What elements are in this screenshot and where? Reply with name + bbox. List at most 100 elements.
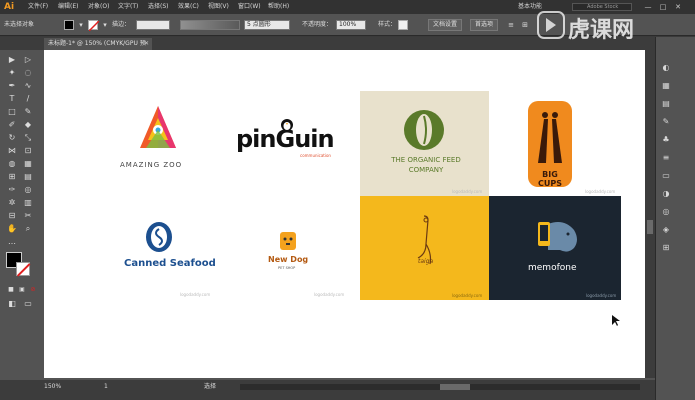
mouse-cursor-icon xyxy=(612,315,620,326)
gradient-tool-icon[interactable]: ▤ xyxy=(22,171,34,182)
pinguin-subtitle: communication xyxy=(300,153,331,158)
chevron-down-icon[interactable]: ▾ xyxy=(76,20,86,30)
horizontal-scroll-thumb[interactable] xyxy=(440,384,470,390)
lasso-icon[interactable]: ◌ xyxy=(22,67,34,78)
vertical-scrollbar[interactable] xyxy=(645,50,655,378)
new-dog-subtitle: PET SHOP xyxy=(278,266,296,270)
organic-text-line1: THE ORGANIC FEED xyxy=(391,156,461,164)
fill-swatch[interactable] xyxy=(64,20,74,30)
selection-tool-icon[interactable]: ▶ xyxy=(6,54,18,65)
align-icon[interactable]: ≡ xyxy=(506,20,516,30)
menu-type[interactable]: 文字(T) xyxy=(118,0,138,14)
brushes-panel-icon[interactable]: ✎ xyxy=(660,116,672,127)
swatches-panel-icon[interactable]: ▤ xyxy=(660,98,672,109)
mesh-tool-icon[interactable]: ⊞ xyxy=(6,171,18,182)
status-mode[interactable]: 选择 xyxy=(204,380,216,393)
organic-caption: logodaddy.com xyxy=(452,189,483,194)
screen-mode-icon[interactable]: ▭ xyxy=(22,298,34,309)
watermark-text: 虎课网 xyxy=(568,18,635,43)
opacity-label: 不透明度： xyxy=(302,21,333,28)
taiga-caption: logodaddy.com xyxy=(452,293,483,298)
new-dog-icon xyxy=(280,232,296,250)
penguin-icon xyxy=(281,119,293,131)
artboard-tool-icon[interactable]: ⊟ xyxy=(6,210,18,221)
variable-width-profile[interactable] xyxy=(180,20,240,30)
graphic-style-swatch[interactable] xyxy=(398,20,408,30)
amazing-zoo-text: AMAZING ZOO xyxy=(120,161,183,169)
draw-mode-icon[interactable]: ◧ xyxy=(6,298,18,309)
menu-select[interactable]: 选择(S) xyxy=(148,0,169,14)
document-tab[interactable]: 未标题-1* @ 150% (CMYK/GPU 预览) ✕ xyxy=(44,38,152,59)
chevron-down-icon[interactable]: ▾ xyxy=(100,20,110,30)
menu-file[interactable]: 文件(F) xyxy=(28,0,48,14)
pen-tool-icon[interactable]: ✒ xyxy=(6,80,18,91)
gradient-panel-icon[interactable]: ▭ xyxy=(660,170,672,181)
paintbrush-icon[interactable]: ✎ xyxy=(22,106,34,117)
symbol-sprayer-icon[interactable]: ✲ xyxy=(6,197,18,208)
perspective-grid-icon[interactable]: ▦ xyxy=(22,158,34,169)
app-logo: Ai xyxy=(4,2,15,12)
magic-wand-icon[interactable]: ✦ xyxy=(6,67,18,78)
vertical-scroll-thumb[interactable] xyxy=(647,220,653,234)
menu-view[interactable]: 视图(V) xyxy=(208,0,229,14)
document-setup-button[interactable]: 文档设置 xyxy=(428,19,462,31)
width-tool-icon[interactable]: ⋈ xyxy=(6,145,18,156)
hand-tool-icon[interactable]: ✋ xyxy=(6,223,18,234)
new-dog-caption: logodaddy.com xyxy=(314,292,345,297)
opacity-field[interactable]: 100% xyxy=(336,20,366,30)
brush-definition-dropdown[interactable]: 5 点圆形 xyxy=(244,20,290,30)
elephant-phone-icon xyxy=(538,222,577,252)
amazing-zoo-logo[interactable] xyxy=(138,104,178,154)
scale-tool-icon[interactable]: ⤡ xyxy=(22,132,34,143)
right-panel-dock xyxy=(655,37,695,400)
menu-effect[interactable]: 效果(C) xyxy=(178,0,199,14)
stroke-color-box[interactable] xyxy=(16,262,30,276)
graph-tool-icon[interactable]: ▥ xyxy=(22,197,34,208)
shape-builder-icon[interactable]: ◍ xyxy=(6,158,18,169)
organic-text-line2: COMPANY xyxy=(408,166,444,174)
preferences-button[interactable]: 首选项 xyxy=(470,19,498,31)
stroke-weight-field[interactable] xyxy=(136,20,170,30)
appearance-panel-icon[interactable]: ◎ xyxy=(660,206,672,217)
transparency-panel-icon[interactable]: ◑ xyxy=(660,188,672,199)
none-mode-icon[interactable]: ⊘ xyxy=(27,284,39,295)
tools-panel: ▶ ▷ ✦ ◌ ✒ ∿ T / □ ✎ ✐ ◆ ↻ ⤡ ⋈ ⊡ ◍ ▦ ⊞ ▤ … xyxy=(0,50,42,380)
canned-caption: logodaddy.com xyxy=(180,292,211,297)
color-guide-icon[interactable]: ▦ xyxy=(660,80,672,91)
menu-edit[interactable]: 编辑(E) xyxy=(58,0,78,14)
stroke-panel-icon[interactable]: ≡ xyxy=(660,152,672,163)
menu-window[interactable]: 窗口(W) xyxy=(238,0,261,14)
style-label: 样式： xyxy=(378,21,397,28)
rotate-tool-icon[interactable]: ↻ xyxy=(6,132,18,143)
close-tab-icon[interactable]: ✕ xyxy=(144,38,149,50)
layers-panel-icon[interactable]: ◈ xyxy=(660,224,672,235)
rectangle-tool-icon[interactable]: □ xyxy=(6,106,18,117)
big-cups-caption: logodaddy.com xyxy=(585,189,616,194)
edit-toolbar-icon[interactable]: … xyxy=(6,236,18,247)
menu-help[interactable]: 帮助(H) xyxy=(268,0,289,14)
direct-selection-tool-icon[interactable]: ▷ xyxy=(22,54,34,65)
line-tool-icon[interactable]: / xyxy=(22,93,34,104)
new-dog-text: New Dog xyxy=(268,255,309,264)
color-panel-icon[interactable]: ◐ xyxy=(660,62,672,73)
eyedropper-icon[interactable]: ✑ xyxy=(6,184,18,195)
zoom-tool-icon[interactable]: ⌕ xyxy=(22,223,34,234)
eraser-icon[interactable]: ◆ xyxy=(22,119,34,130)
big-cups-text: BIG CUPS xyxy=(538,170,562,188)
symbols-panel-icon[interactable]: ♣ xyxy=(660,134,672,145)
shaper-tool-icon[interactable]: ✐ xyxy=(6,119,18,130)
memofone-caption: logodaddy.com xyxy=(586,293,617,298)
artboards-panel-icon[interactable]: ⊞ xyxy=(660,242,672,253)
artboard-number[interactable]: 1 xyxy=(104,380,108,393)
taiga-text: taiga xyxy=(418,258,434,265)
type-tool-icon[interactable]: T xyxy=(6,93,18,104)
stroke-swatch[interactable] xyxy=(88,20,99,31)
menu-object[interactable]: 对象(O) xyxy=(88,0,109,14)
transform-icon[interactable]: ⊞ xyxy=(520,20,530,30)
status-bar: 150% 1 选择 xyxy=(0,380,655,400)
slice-tool-icon[interactable]: ✂ xyxy=(22,210,34,221)
curvature-tool-icon[interactable]: ∿ xyxy=(22,80,34,91)
blend-tool-icon[interactable]: ◎ xyxy=(22,184,34,195)
free-transform-icon[interactable]: ⊡ xyxy=(22,145,34,156)
zoom-level[interactable]: 150% xyxy=(44,380,61,393)
